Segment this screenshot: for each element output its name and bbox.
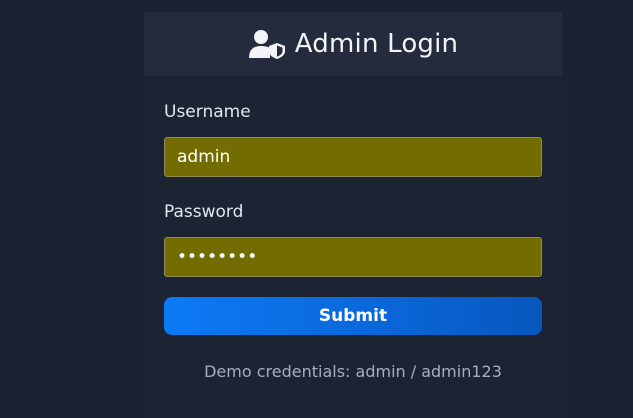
demo-credentials-note: Demo credentials: admin / admin123	[204, 362, 502, 381]
page-title: Admin Login	[294, 29, 459, 59]
login-card: Admin Login Username Password Submit Dem…	[144, 12, 562, 418]
password-label: Password	[164, 202, 244, 222]
username-label: Username	[164, 102, 251, 122]
login-header: Admin Login	[144, 12, 562, 76]
password-field[interactable]	[164, 237, 542, 277]
submit-button[interactable]: Submit	[164, 297, 542, 335]
username-field[interactable]	[164, 137, 542, 177]
user-shield-icon	[248, 29, 286, 59]
